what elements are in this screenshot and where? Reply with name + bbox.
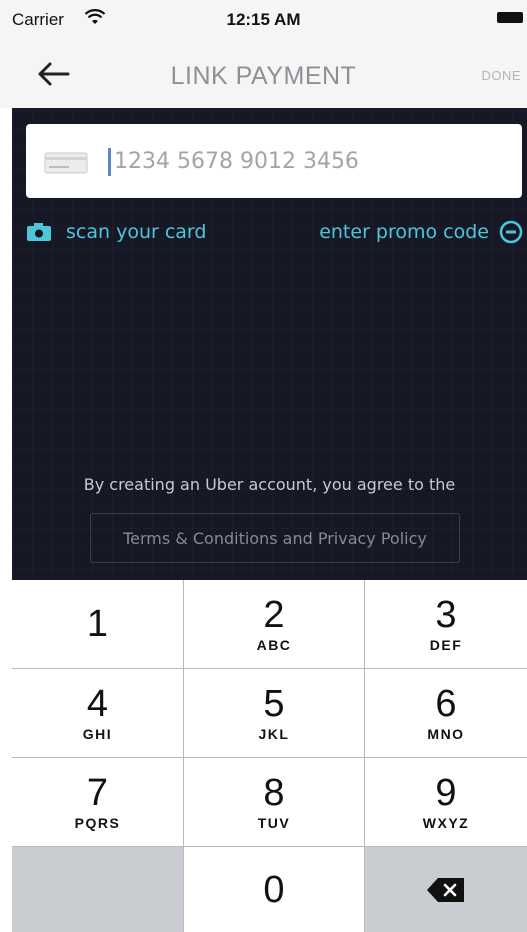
key-digit: 8 <box>263 772 285 814</box>
key-1[interactable]: 1 <box>12 580 183 668</box>
key-5[interactable]: 5 JKL <box>184 669 364 757</box>
key-letters: PQRS <box>74 815 121 831</box>
key-4[interactable]: 4 GHI <box>12 669 183 757</box>
key-8[interactable]: 8 TUV <box>184 758 364 846</box>
key-2[interactable]: 2 ABC <box>184 580 364 668</box>
camera-icon <box>27 223 51 241</box>
credit-card-icon <box>44 152 88 174</box>
card-number-input[interactable] <box>114 140 504 182</box>
promo-code-button[interactable]: enter promo code <box>319 218 523 246</box>
numeric-keypad: 1 2 ABC 3 DEF 4 GHI 5 JKL 6 MNO 7 PQRS 8… <box>12 580 527 932</box>
key-digit: 6 <box>435 683 457 725</box>
navigation-bar: LINK PAYMENT DONE <box>0 40 527 108</box>
key-letters: TUV <box>257 815 291 831</box>
minus-circle-icon[interactable] <box>499 220 523 244</box>
status-time: 12:15 AM <box>226 10 301 29</box>
key-digit: 0 <box>263 868 285 911</box>
key-letters: DEF <box>429 637 463 653</box>
key-9[interactable]: 9 WXYZ <box>365 758 527 846</box>
key-digit: 9 <box>435 772 457 814</box>
key-letters: WXYZ <box>422 815 470 831</box>
key-letters: ABC <box>256 637 292 653</box>
key-0[interactable]: 0 <box>184 847 364 932</box>
delete-key[interactable] <box>365 847 527 932</box>
battery-icon <box>497 12 523 23</box>
promo-code-label: enter promo code <box>319 221 489 243</box>
payment-panel: scan your card enter promo code By creat… <box>12 108 527 580</box>
key-letters: MNO <box>427 726 465 742</box>
backspace-icon <box>427 877 464 902</box>
terms-privacy-button[interactable]: Terms & Conditions and Privacy Policy <box>90 513 460 563</box>
key-letters: GHI <box>82 726 113 742</box>
key-digit: 5 <box>263 683 285 725</box>
page-title: LINK PAYMENT <box>170 62 357 90</box>
card-number-field[interactable] <box>26 124 522 198</box>
key-digit: 4 <box>86 683 109 725</box>
key-digit: 2 <box>263 594 285 636</box>
key-blank <box>12 847 183 932</box>
done-button[interactable]: DONE <box>481 68 521 83</box>
key-digit: 3 <box>435 594 457 636</box>
text-caret <box>108 148 111 176</box>
key-digit: 7 <box>86 772 109 814</box>
key-digit: 1 <box>86 603 109 645</box>
key-letters: JKL <box>258 726 290 742</box>
scan-card-label: scan your card <box>66 221 207 243</box>
key-7[interactable]: 7 PQRS <box>12 758 183 846</box>
agreement-text: By creating an Uber account, you agree t… <box>83 475 456 494</box>
key-6[interactable]: 6 MNO <box>365 669 527 757</box>
scan-card-button[interactable]: scan your card <box>26 218 206 246</box>
status-bar: Carrier 12:15 AM <box>0 0 527 40</box>
key-3[interactable]: 3 DEF <box>365 580 527 668</box>
